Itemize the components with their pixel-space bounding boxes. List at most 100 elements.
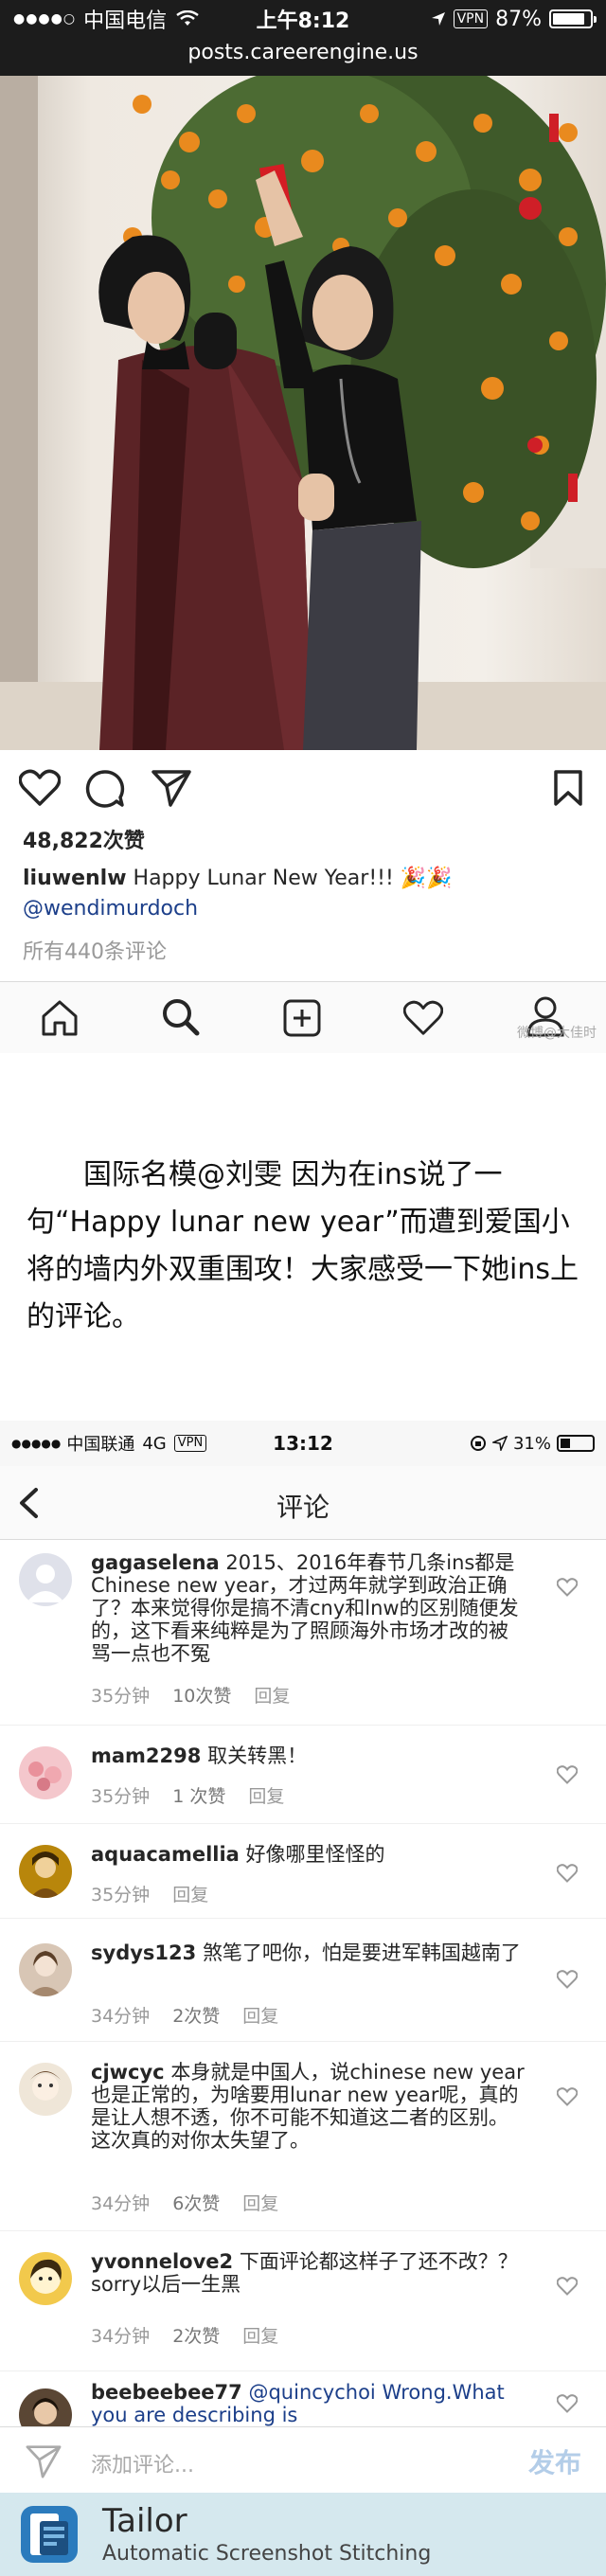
comment-item: mam2298 取关转黑！ 35分钟 1 次赞 回复 bbox=[0, 1726, 606, 1824]
comment-item: cjwcyc 本身就是中国人，说chinese new year也是正常的，为啥… bbox=[0, 2042, 606, 2231]
bookmark-icon[interactable] bbox=[553, 769, 583, 807]
comment-text: yvonnelove2 下面评论都这样子了还不改？？sorry以后一生黑 bbox=[91, 2250, 518, 2296]
url-text: posts.careerengine.us bbox=[187, 41, 419, 64]
comment-meta: 35分钟 1 次赞 回复 bbox=[91, 1782, 284, 1808]
caption-username[interactable]: liuwenlw bbox=[23, 867, 127, 890]
comment-meta: 34分钟 6次赞 回复 bbox=[91, 2190, 278, 2215]
reply-button[interactable]: 回复 bbox=[172, 1881, 208, 1906]
comment-likes[interactable]: 6次赞 bbox=[172, 2190, 220, 2215]
battery-icon bbox=[549, 9, 597, 28]
comment-composer: 添加评论... 发布 bbox=[0, 2426, 606, 2493]
reply-button[interactable]: 回复 bbox=[254, 1682, 290, 1708]
comments-title: 评论 bbox=[276, 1492, 330, 1523]
comments-nav-bar: 评论 bbox=[0, 1466, 606, 1540]
battery-percent-2: 31% bbox=[512, 1433, 551, 1454]
comment-username[interactable]: aquacamellia bbox=[91, 1843, 240, 1866]
weibo-watermark: 微博@大佳时 bbox=[517, 1026, 597, 1041]
photo-illustration bbox=[0, 76, 606, 750]
avatar[interactable] bbox=[19, 1943, 72, 1996]
comment-text: gagaselena 2015、2016年春节几条ins都是Chinese ne… bbox=[91, 1551, 519, 1665]
caption-text: Happy Lunar New Year!!! 🎉🎉 bbox=[133, 867, 453, 890]
comment-likes[interactable]: 10次赞 bbox=[172, 1682, 231, 1708]
view-all-comments-link[interactable]: 所有440条评论 bbox=[23, 935, 167, 965]
activity-heart-icon[interactable] bbox=[403, 999, 443, 1037]
comment-item: aquacamellia 好像哪里怪怪的 35分钟 回复 bbox=[0, 1824, 606, 1919]
avatar[interactable] bbox=[19, 2388, 72, 2426]
comment-username[interactable]: gagaselena bbox=[91, 1551, 220, 1574]
comment-like-icon[interactable] bbox=[557, 1578, 578, 1597]
tailor-app-name: Tailor bbox=[102, 2502, 187, 2540]
tailor-tagline: Automatic Screenshot Stitching bbox=[102, 2542, 432, 2566]
comment-username[interactable]: cjwcyc bbox=[91, 2061, 165, 2084]
tailor-logo-icon bbox=[21, 2506, 78, 2563]
comment-item: sydys123 煞笔了吧你，怕是要进军韩国越南了 34分钟 2次赞 回复 bbox=[0, 1919, 606, 2042]
comment-likes[interactable]: 2次赞 bbox=[172, 2002, 220, 2028]
location-arrow-icon bbox=[431, 12, 445, 26]
location-arrow-icon bbox=[491, 1436, 508, 1451]
search-icon[interactable] bbox=[161, 997, 201, 1037]
article-text: 国际名模@刘雯 因为在ins说了一句“Happy lunar new year”… bbox=[27, 1158, 579, 1333]
caption-mention[interactable]: @wendimurdoch bbox=[23, 897, 198, 921]
comment-like-icon[interactable] bbox=[557, 1765, 578, 1784]
comment-time: 35分钟 bbox=[91, 1885, 151, 1905]
comment-item: beebeebee77 @quincychoi Wrong.What you a… bbox=[0, 2371, 606, 2426]
comment-username[interactable]: sydys123 bbox=[91, 1941, 196, 1964]
reply-button[interactable]: 回复 bbox=[242, 2190, 278, 2215]
comment-like-icon[interactable] bbox=[557, 1970, 578, 1989]
comment-meta: 34分钟 2次赞 回复 bbox=[91, 2322, 278, 2348]
comment-text: mam2298 取关转黑！ bbox=[91, 1744, 308, 1767]
battery-percent: 87% bbox=[495, 7, 542, 31]
comment-likes[interactable]: 2次赞 bbox=[172, 2322, 220, 2348]
new-post-icon[interactable] bbox=[282, 999, 322, 1037]
instagram-tab-bar bbox=[0, 981, 606, 1053]
like-count[interactable]: 48,822次赞 bbox=[23, 824, 145, 854]
post-actions-bar bbox=[0, 750, 606, 826]
comment-like-icon[interactable] bbox=[557, 2277, 578, 2296]
comment-time: 35分钟 bbox=[91, 1786, 151, 1807]
comment-meta: 35分钟 回复 bbox=[91, 1881, 208, 1906]
comment-text: sydys123 煞笔了吧你，怕是要进军韩国越南了 bbox=[91, 1941, 521, 1964]
reply-button[interactable]: 回复 bbox=[242, 2322, 278, 2348]
comment-likes[interactable]: 1 次赞 bbox=[172, 1782, 225, 1808]
comment-like-icon[interactable] bbox=[557, 2087, 578, 2106]
comment-item: yvonnelove2 下面评论都这样子了还不改？？sorry以后一生黑 34分… bbox=[0, 2231, 606, 2371]
share-icon[interactable] bbox=[152, 769, 191, 807]
comment-text: cjwcyc 本身就是中国人，说chinese new year也是正常的，为啥… bbox=[91, 2061, 525, 2152]
vpn-badge: VPN bbox=[453, 9, 489, 28]
comment-icon[interactable] bbox=[85, 769, 125, 809]
rotation-lock-icon bbox=[470, 1436, 486, 1451]
heart-icon[interactable] bbox=[19, 769, 61, 807]
comment-username[interactable]: yvonnelove2 bbox=[91, 2250, 233, 2273]
comment-time: 35分钟 bbox=[91, 1686, 151, 1707]
add-comment-input[interactable]: 添加评论... bbox=[91, 2448, 194, 2478]
comment-username[interactable]: beebeebee77 bbox=[91, 2381, 242, 2404]
avatar[interactable] bbox=[19, 2063, 72, 2116]
publish-button[interactable]: 发布 bbox=[528, 2442, 581, 2480]
comment-text: aquacamellia 好像哪里怪怪的 bbox=[91, 1843, 385, 1866]
status-bar: ●●●●○ 中国电信 上午8:12 VPN 87% bbox=[0, 0, 606, 38]
battery-icon-2 bbox=[557, 1435, 595, 1452]
comment-time: 34分钟 bbox=[91, 2326, 151, 2347]
reply-button[interactable]: 回复 bbox=[248, 1782, 284, 1808]
avatar[interactable] bbox=[19, 1845, 72, 1898]
send-icon[interactable] bbox=[25, 2444, 62, 2478]
comment-like-icon[interactable] bbox=[557, 2394, 578, 2413]
comment-time: 34分钟 bbox=[91, 2193, 151, 2214]
comment-username[interactable]: mam2298 bbox=[91, 1744, 201, 1767]
status-bar-2: ●●●●● 中国联通 4G VPN 13:12 31% bbox=[0, 1421, 606, 1466]
reply-button[interactable]: 回复 bbox=[242, 2002, 278, 2028]
comment-item: gagaselena 2015、2016年春节几条ins都是Chinese ne… bbox=[0, 1540, 606, 1726]
home-icon[interactable] bbox=[40, 999, 80, 1037]
comment-text: beebeebee77 @quincychoi Wrong.What you a… bbox=[91, 2381, 505, 2426]
comment-time: 34分钟 bbox=[91, 2006, 151, 2027]
comment-like-icon[interactable] bbox=[557, 1864, 578, 1883]
tailor-banner: Tailor Automatic Screenshot Stitching bbox=[0, 2493, 606, 2576]
avatar[interactable] bbox=[19, 2252, 72, 2305]
post-caption: liuwenlw Happy Lunar New Year!!! 🎉🎉 bbox=[23, 865, 591, 893]
post-photo[interactable] bbox=[0, 76, 606, 750]
article-paragraph: 国际名模@刘雯 因为在ins说了一句“Happy lunar new year”… bbox=[27, 1152, 585, 1341]
avatar[interactable] bbox=[19, 1553, 72, 1606]
browser-url-bar[interactable]: posts.careerengine.us bbox=[0, 38, 606, 76]
comment-meta: 34分钟 2次赞 回复 bbox=[91, 2002, 278, 2028]
avatar[interactable] bbox=[19, 1746, 72, 1799]
